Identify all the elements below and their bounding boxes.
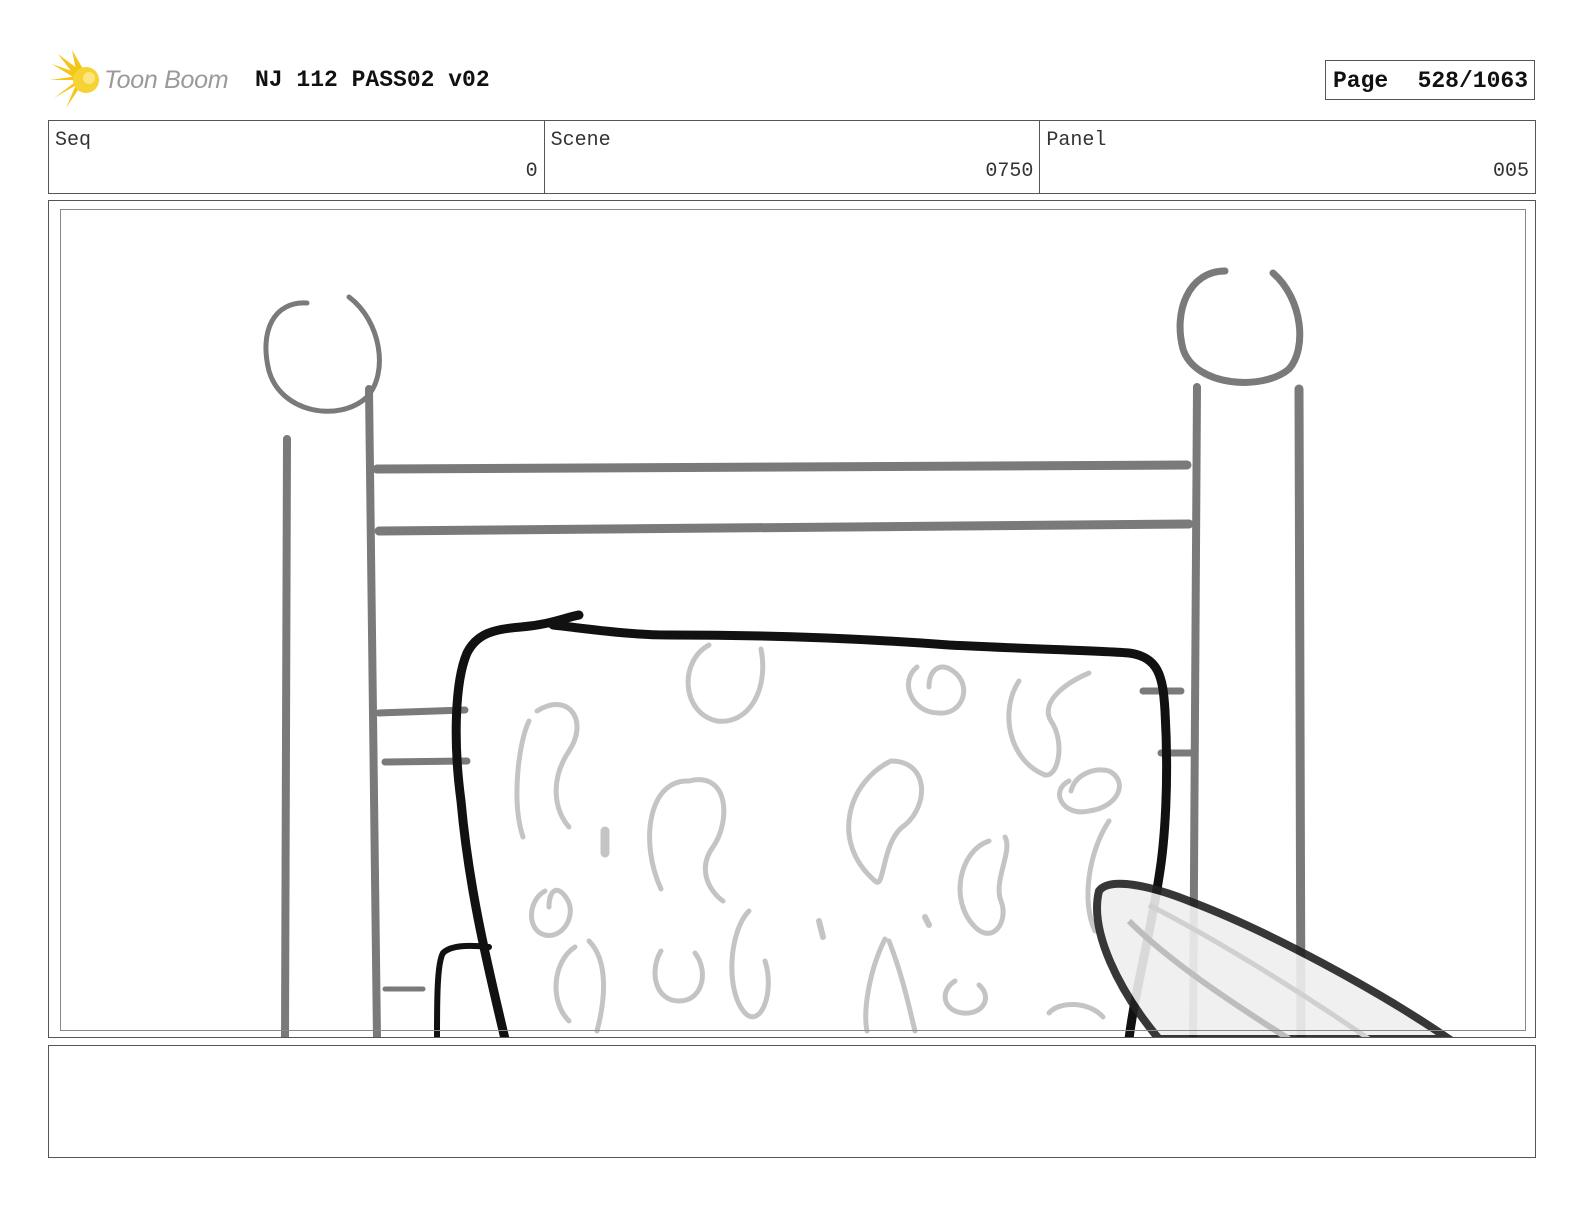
chair-back: [434, 942, 492, 1037]
top-rail-1: [372, 460, 1192, 474]
seq-value: 0: [525, 160, 538, 183]
foreground-swipe: [1093, 879, 1454, 1037]
logo-text: Toon Boom: [104, 66, 229, 94]
panel-sketch: [263, 267, 1454, 1037]
right-post-outer: [1294, 384, 1306, 1037]
page-number: 528/1063: [1417, 68, 1528, 94]
scene-cell: Scene 0750: [545, 121, 1041, 193]
document-title: NJ 112 PASS02 v02: [255, 67, 490, 93]
right-post-knob: [1176, 267, 1304, 386]
storyboard-panel: [48, 200, 1536, 1038]
scene-value: 0750: [985, 160, 1034, 183]
left-post-outer: [281, 435, 291, 1037]
panel-value: 005: [1493, 160, 1530, 183]
notes-box: [48, 1045, 1536, 1158]
page-indicator: Page 528/1063: [1325, 60, 1535, 100]
seq-cell: Seq 0: [49, 121, 545, 193]
panel-label: Panel: [1046, 129, 1107, 152]
left-post-knob: [263, 294, 382, 414]
scene-label: Scene: [550, 129, 611, 152]
page-label: Page: [1333, 68, 1389, 94]
seq-label: Seq: [55, 129, 92, 152]
sun-burst-icon: [50, 50, 99, 108]
info-row: Seq 0 Scene 0750 Panel 005: [48, 120, 1536, 194]
panel-cell: Panel 005: [1040, 121, 1535, 193]
object-outline: [451, 610, 1172, 1037]
top-rail-2: [374, 519, 1194, 536]
